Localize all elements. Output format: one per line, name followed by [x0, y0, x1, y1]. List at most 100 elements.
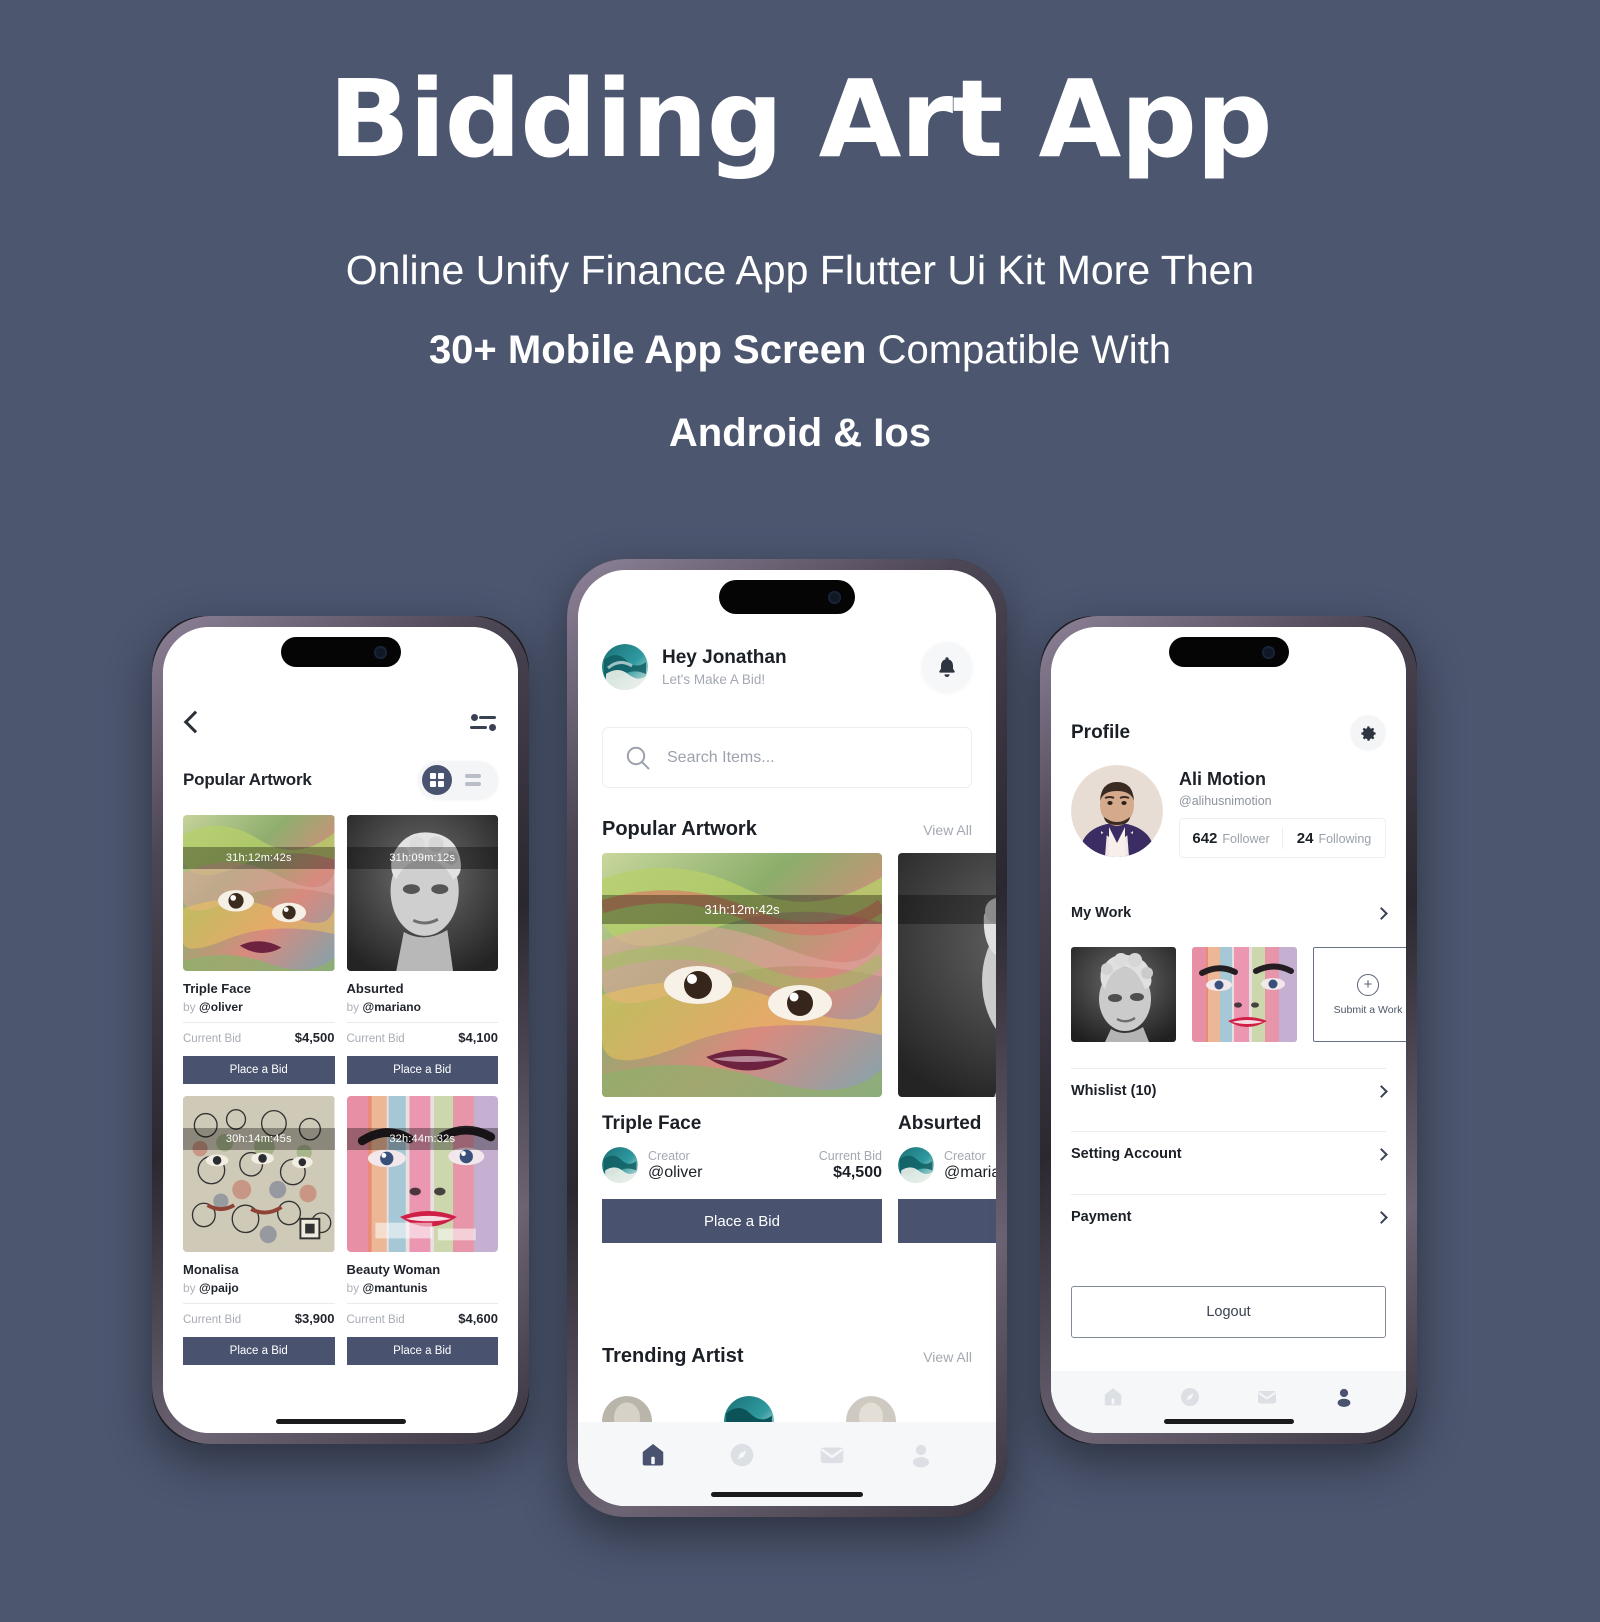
home-header: Hey Jonathan Let's Make A Bid!: [602, 642, 972, 692]
menu-item-payment[interactable]: Payment: [1071, 1209, 1388, 1225]
phone-screen-right: Profile Ali Motion @alihusnimotion 642 F…: [1051, 627, 1406, 1433]
artwork-thumbnail: 32h:44m:32s: [346, 1096, 498, 1252]
divider: [1071, 1194, 1386, 1195]
view-all-trending-link[interactable]: View All: [923, 1349, 972, 1365]
chevron-right-icon: [1375, 1210, 1388, 1224]
artwork-image-triple-face: [602, 853, 882, 1097]
work-thumbnail[interactable]: [1192, 947, 1297, 1042]
hero-section: Bidding Art App Online Unify Finance App…: [0, 0, 1600, 456]
section-title-popular-artwork: Popular Artwork: [183, 770, 312, 789]
search-input[interactable]: Search Items...: [602, 727, 972, 788]
nav-home-icon[interactable]: [638, 1440, 668, 1470]
place-a-bid-button[interactable]: Place a Bid: [346, 1337, 498, 1365]
work-image-statue: [1071, 947, 1176, 1042]
nav-home-icon[interactable]: [1101, 1385, 1125, 1409]
bid-label: Current Bid: [183, 1033, 242, 1045]
artwork-thumbnail: 31h:09m:12s: [898, 853, 996, 1097]
nav-discover-icon[interactable]: [1178, 1385, 1202, 1409]
filter-sliders-icon[interactable]: [470, 712, 496, 732]
nav-mail-icon[interactable]: [817, 1440, 847, 1470]
countdown-timer: 32h:44m:32s: [346, 1128, 498, 1150]
artwork-author: by @oliver: [183, 1000, 335, 1014]
user-handle: @alihusnimotion: [1179, 794, 1272, 808]
phone-mockup-center: Hey Jonathan Let's Make A Bid! Search It…: [567, 559, 1007, 1517]
home-icon: [1105, 1388, 1122, 1406]
bid-value: $4,500: [833, 1163, 882, 1181]
following-stat[interactable]: 24 Following: [1283, 830, 1385, 847]
logout-button[interactable]: Logout: [1071, 1286, 1386, 1338]
mail-icon: [820, 1447, 843, 1464]
avatar-image: [602, 1147, 638, 1183]
view-all-popular-link[interactable]: View All: [923, 822, 972, 838]
avatar[interactable]: [1071, 765, 1163, 857]
home-indicator: [275, 1419, 406, 1424]
menu-item-label: Setting Account: [1071, 1146, 1182, 1162]
nav-mail-icon[interactable]: [1255, 1385, 1279, 1409]
place-a-bid-button[interactable]: Place a Bid: [183, 1337, 335, 1365]
bid-label: Current Bid: [346, 1314, 405, 1326]
profile-card: Ali Motion @alihusnimotion 642 Follower …: [1071, 765, 1386, 858]
menu-item-whislist[interactable]: Whislist (10): [1071, 1083, 1388, 1099]
artwork-thumbnail: 31h:12m:42s: [602, 853, 882, 1097]
greeting-title: Hey Jonathan: [662, 647, 787, 668]
hero-subtitle-line2: 30+ Mobile App Screen Compatible With: [0, 328, 1600, 373]
divider: [183, 1022, 335, 1023]
phone-screen-left: Popular Artwork 31h:12m:42s Triple Face …: [163, 627, 518, 1433]
artwork-thumbnail: 31h:12m:42s: [183, 815, 335, 971]
artwork-card-grid: 31h:12m:42s Triple Face by @oliver Curre…: [183, 815, 498, 1365]
artwork-image-beauty-woman: [346, 1096, 498, 1252]
search-icon: [626, 746, 650, 769]
author-handle: @paijo: [199, 1281, 239, 1295]
phone-notch: [1168, 637, 1289, 667]
bid-value: $4,100: [458, 1030, 498, 1045]
bid-label: Current Bid: [183, 1314, 242, 1326]
artwork-card[interactable]: 31h:09m:12s Absurted: [898, 853, 996, 1243]
countdown-timer: 31h:12m:42s: [602, 895, 882, 924]
place-a-bid-button[interactable]: Place a Bid: [346, 1056, 498, 1084]
avatar[interactable]: [602, 644, 648, 690]
grid-view-icon[interactable]: [422, 765, 452, 795]
page-title: Bidding Art App: [328, 58, 1272, 182]
bid-value: $4,500: [294, 1030, 335, 1045]
person-icon: [913, 1444, 930, 1468]
nav-person-icon[interactable]: [906, 1440, 936, 1470]
avatar-image: [898, 1147, 934, 1183]
artwork-card[interactable]: 31h:12m:42s Triple Face by @oliver Curre…: [183, 815, 335, 1084]
followers-stat[interactable]: 642 Follower: [1180, 830, 1282, 847]
nav-person-icon[interactable]: [1332, 1385, 1356, 1409]
submit-a-work-button[interactable]: + Submit a Work: [1313, 947, 1406, 1042]
nav-discover-icon[interactable]: [727, 1440, 757, 1470]
my-work-row[interactable]: My Work: [1071, 905, 1388, 921]
countdown-timer: 30h:14m:45s: [183, 1128, 335, 1150]
following-label: Following: [1318, 831, 1372, 846]
place-a-bid-button[interactable]: Place a Bid: [898, 1199, 996, 1243]
artwork-meta: Creator @oliver Current Bid $4,500: [602, 1147, 882, 1183]
mail-icon: [1257, 1391, 1276, 1404]
artwork-card[interactable]: 31h:12m:42s Triple Face Creator @oliver …: [602, 853, 882, 1243]
place-a-bid-button[interactable]: Place a Bid: [602, 1199, 882, 1243]
phone-mockup-left: Popular Artwork 31h:12m:42s Triple Face …: [152, 616, 529, 1444]
user-block[interactable]: Hey Jonathan Let's Make A Bid!: [602, 644, 787, 690]
popular-artwork-carousel: 31h:12m:42s Triple Face Creator @oliver …: [602, 853, 996, 1243]
left-section-header: Popular Artwork: [163, 761, 518, 799]
bid-row: Current Bid $4,100: [347, 1030, 499, 1045]
bid-row: Current Bid $3,900: [183, 1311, 335, 1326]
hero-compatible-text: Compatible With: [866, 327, 1172, 372]
countdown-timer: 31h:12m:42s: [183, 847, 335, 869]
list-view-icon[interactable]: [458, 765, 488, 795]
artwork-title: Absurted: [898, 1113, 982, 1134]
place-a-bid-button[interactable]: Place a Bid: [183, 1056, 335, 1084]
artwork-card[interactable]: 30h:14m:45s Monalisa by @paijo Current B…: [183, 1096, 335, 1365]
menu-item-label: Payment: [1071, 1209, 1132, 1225]
back-button[interactable]: [183, 708, 213, 736]
notification-button[interactable]: [922, 642, 972, 692]
settings-button[interactable]: [1350, 715, 1386, 751]
work-thumbnail[interactable]: [1071, 947, 1176, 1042]
view-toggle-group: [418, 761, 498, 799]
profile-screen: Profile Ali Motion @alihusnimotion 642 F…: [1051, 627, 1406, 1433]
artwork-card[interactable]: 31h:09m:12s Absurted by @mariano Current…: [346, 815, 499, 1084]
menu-item-setting-account[interactable]: Setting Account: [1071, 1146, 1388, 1162]
front-camera-icon: [828, 590, 841, 604]
bid-label: Current Bid: [818, 1148, 882, 1163]
artwork-card[interactable]: 32h:44m:32s Beauty Woman by @mantunis Cu…: [346, 1096, 498, 1365]
